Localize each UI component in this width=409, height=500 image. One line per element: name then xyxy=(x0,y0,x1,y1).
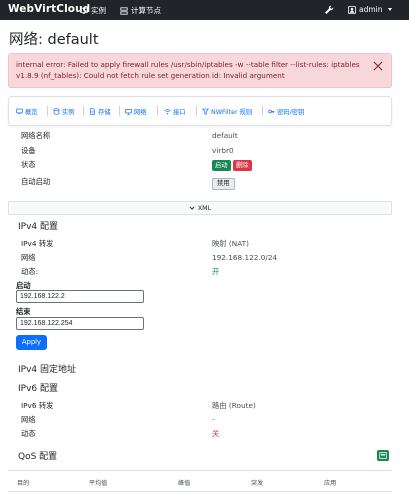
tab-nwfilter[interactable]: NWFilter 规则 xyxy=(202,107,252,116)
network-name-value: default xyxy=(212,131,238,140)
tab-divider xyxy=(157,106,158,116)
delete-button[interactable]: 删除 xyxy=(233,160,252,171)
close-icon[interactable] xyxy=(373,61,383,71)
autostart-label: 自动启动 xyxy=(21,177,51,186)
chevron-down-icon xyxy=(189,206,195,210)
user-menu[interactable]: admin xyxy=(348,5,392,14)
error-alert: internal error: Failed to apply firewall… xyxy=(8,53,392,88)
network-name-label: 网络名称 xyxy=(21,131,51,140)
qos-section-title: QoS 配置 xyxy=(18,452,58,462)
tab-divider xyxy=(119,106,120,116)
page-title: 网络: default xyxy=(9,32,99,48)
ipv4-section-title: IPv4 配置 xyxy=(18,222,58,232)
tab-divider xyxy=(196,106,197,116)
network-icon xyxy=(125,109,132,115)
apply-button[interactable]: Apply xyxy=(16,335,47,350)
state-label: 状态 xyxy=(21,160,36,169)
ipv6-forward-label: IPv6 转发 xyxy=(21,401,54,410)
device-value: virbr0 xyxy=(212,146,234,155)
save-icon xyxy=(379,452,387,459)
ipv4-dhcp-label: 动态: xyxy=(21,267,39,276)
tab-overview-label: 概览 xyxy=(25,109,38,116)
qos-col-average: 平均值 xyxy=(89,480,108,487)
tab-secrets-label: 密码/密钥 xyxy=(277,109,305,116)
key-icon xyxy=(268,109,275,114)
start-button[interactable]: 启动 xyxy=(212,160,231,171)
wifi-icon xyxy=(164,109,171,115)
ipv4-network-label: 网络 xyxy=(21,253,36,262)
network-tabs: 概览 实例 存储 网络 接口 NWFilter 规则 密码/密钥 xyxy=(8,96,392,126)
tab-interfaces-label: 接口 xyxy=(173,109,186,116)
file-icon xyxy=(90,108,95,115)
nav-compute-label: 计算节点 xyxy=(131,6,161,15)
chevron-down-icon xyxy=(387,8,392,11)
alert-message: internal error: Failed to apply firewall… xyxy=(16,60,360,80)
tab-overview[interactable]: 概览 xyxy=(16,107,38,116)
user-name: admin xyxy=(359,5,383,14)
ipv4-network-value: 192.168.122.0/24 xyxy=(212,253,278,262)
server-icon xyxy=(120,6,128,15)
qos-col-burst: 突发 xyxy=(251,480,264,487)
dhcp-end-label: 结束 xyxy=(16,307,31,316)
ipv6-network-value: - xyxy=(212,415,215,424)
tab-divider xyxy=(262,106,263,116)
wrench-icon[interactable] xyxy=(324,5,334,15)
tab-storage[interactable]: 存储 xyxy=(89,107,111,116)
ipv6-forward-value: 路由 (Route) xyxy=(212,401,256,410)
tab-secrets[interactable]: 密码/密钥 xyxy=(268,107,304,116)
tab-divider xyxy=(47,106,48,116)
qos-table-header: 目的 平均值 峰值 突发 应用 xyxy=(8,470,392,492)
qos-col-action: 应用 xyxy=(324,480,337,487)
xml-label: XML xyxy=(197,204,212,212)
dhcp-end-input[interactable] xyxy=(16,317,144,330)
tab-network-label: 网络 xyxy=(134,109,147,116)
device-label: 设备 xyxy=(21,146,36,155)
disable-autostart-button[interactable]: 禁用 xyxy=(212,178,235,190)
user-icon xyxy=(348,5,356,14)
tab-network[interactable]: 网络 xyxy=(125,107,147,116)
tab-instances-label: 实例 xyxy=(62,109,75,116)
nav-compute[interactable]: 计算节点 xyxy=(120,5,161,16)
database-icon xyxy=(53,108,60,115)
ipv4-forward-label: IPv4 转发 xyxy=(21,239,54,248)
ipv4-fixed-title: IPv4 固定地址 xyxy=(18,365,76,375)
tab-storage-label: 存储 xyxy=(98,109,111,116)
brand-logo[interactable]: WebVirtCloud xyxy=(8,3,90,15)
qos-col-peak: 峰值 xyxy=(178,480,191,487)
nav-instances[interactable]: 实例 xyxy=(80,5,106,16)
filter-icon xyxy=(202,108,209,115)
dhcp-start-input[interactable] xyxy=(16,290,144,303)
ipv4-forward-value: 映射 (NAT) xyxy=(212,239,249,248)
ipv4-dhcp-value: 开 xyxy=(212,267,220,276)
tab-divider xyxy=(83,106,84,116)
ipv6-network-label: 网络 xyxy=(21,415,36,424)
desktop-icon xyxy=(16,108,23,114)
xml-toggle[interactable]: XML xyxy=(8,201,392,215)
ipv6-dhcp-value: 关 xyxy=(212,429,220,438)
ipv6-section-title: IPv6 配置 xyxy=(18,384,58,394)
tab-nwfilter-label: NWFilter 规则 xyxy=(211,109,253,116)
qos-col-direction: 目的 xyxy=(17,480,30,487)
add-qos-button[interactable] xyxy=(377,450,389,461)
tab-instances[interactable]: 实例 xyxy=(53,107,75,116)
top-navbar: WebVirtCloud 实例 计算节点 admin xyxy=(0,0,409,20)
nav-instances-label: 实例 xyxy=(91,6,106,15)
desktop-icon xyxy=(80,7,88,14)
ipv6-dhcp-label: 动态 xyxy=(21,429,36,438)
tab-interfaces[interactable]: 接口 xyxy=(164,107,186,116)
